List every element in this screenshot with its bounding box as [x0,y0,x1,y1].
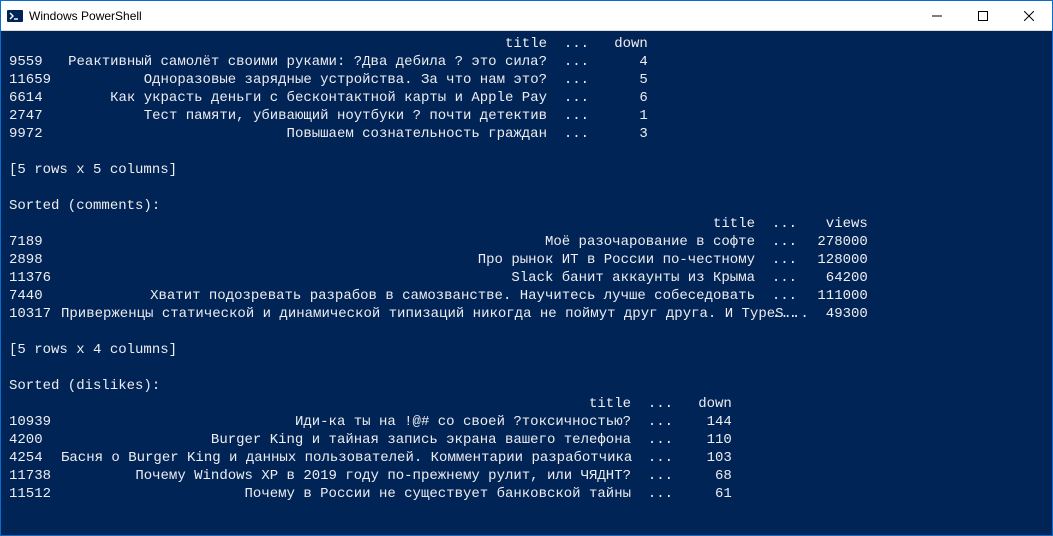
window-controls [914,1,1052,30]
table-row: 7440Хватит подозревать разрабов в самозв… [9,287,1044,305]
row-id: 11738 [9,467,61,485]
col-down: down [600,35,648,53]
row-down: 61 [684,485,732,503]
row-down: 4 [600,53,648,71]
row-id: 11512 [9,485,61,503]
row-id: 2898 [9,251,61,269]
row-views: 49300 [808,305,868,323]
col-title: title [61,395,631,413]
row-title: Моё разочарование в софте [61,233,755,251]
row-id: 11659 [9,71,61,89]
row-id: 6614 [9,89,61,107]
row-id: 2747 [9,107,61,125]
row-title: Как украсть деньги с бесконтактной карты… [61,89,547,107]
table3-header: title ...down [9,395,1044,413]
row-title: Тест памяти, убивающий ноутбуки ? почти … [61,107,547,125]
row-id: 10317 [9,305,61,323]
col-views: views [808,215,868,233]
table2-footer: [5 rows x 4 columns] [9,342,177,358]
row-title: Почему в России не существует банковской… [61,485,631,503]
table-row: 7189Моё разочарование в софте ...278000 [9,233,1044,251]
row-title: Burger King и тайная запись экрана вашег… [61,431,631,449]
row-id: 7189 [9,233,61,251]
window-title: Windows PowerShell [29,9,914,23]
table-row: 2898Про рынок ИТ в России по-честному ..… [9,251,1044,269]
table-row: 11376Slack банит аккаунты из Крыма ...64… [9,269,1044,287]
close-button[interactable] [1006,1,1052,30]
powershell-icon [7,8,23,24]
row-down: 144 [684,413,732,431]
row-id: 4254 [9,449,61,467]
table-row: 10317Приверженцы статической и динамичес… [9,305,1044,323]
terminal-output[interactable]: title ...down9559Реактивный самолёт свои… [1,31,1052,535]
col-title: title [61,215,755,233]
col-ellipsis: ... [772,215,808,233]
row-down: 6 [600,89,648,107]
row-id: 7440 [9,287,61,305]
row-views: 64200 [808,269,868,287]
row-title: Реактивный самолёт своими руками: ?Два д… [61,53,547,71]
section-label: Sorted (comments): [9,198,160,214]
row-views: 278000 [808,233,868,251]
minimize-button[interactable] [914,1,960,30]
table1-header: title ...down [9,35,1044,53]
col-down: down [684,395,732,413]
table-row: 4200Burger King и тайная запись экрана в… [9,431,1044,449]
row-title: Приверженцы статической и динамической т… [61,305,755,323]
title-bar: Windows PowerShell [1,1,1052,31]
row-id: 11376 [9,269,61,287]
maximize-button[interactable] [960,1,1006,30]
row-title: Басня о Burger King и данных пользовател… [61,449,631,467]
row-down: 110 [684,431,732,449]
table2-header: title ...views [9,215,1044,233]
table-row: 2747Тест памяти, убивающий ноутбуки ? по… [9,107,1044,125]
row-title: Про рынок ИТ в России по-честному [61,251,755,269]
row-title: Повышаем сознательность граждан [61,125,547,143]
table-row: 9972Повышаем сознательность граждан ...3 [9,125,1044,143]
table-row: 11738Почему Windows XP в 2019 году по-пр… [9,467,1044,485]
row-id: 4200 [9,431,61,449]
col-ellipsis: ... [648,395,684,413]
table-row: 6614Как украсть деньги с бесконтактной к… [9,89,1044,107]
table-row: 11659Одноразовые зарядные устройства. За… [9,71,1044,89]
table-row: 10939Иди-ка ты на !@# со своей ?токсично… [9,413,1044,431]
row-down: 68 [684,467,732,485]
section-label: Sorted (dislikes): [9,378,160,394]
table-row: 4254Басня о Burger King и данных пользов… [9,449,1044,467]
row-down: 5 [600,71,648,89]
row-down: 3 [600,125,648,143]
powershell-window: Windows PowerShell title ...down9559Реак… [0,0,1053,536]
row-title: Хватит подозревать разрабов в самозванст… [61,287,755,305]
row-id: 9559 [9,53,61,71]
row-title: Одноразовые зарядные устройства. За что … [61,71,547,89]
row-title: Иди-ка ты на !@# со своей ?токсичностью? [61,413,631,431]
table1-footer: [5 rows x 5 columns] [9,162,177,178]
row-down: 103 [684,449,732,467]
row-id: 9972 [9,125,61,143]
row-views: 111000 [808,287,868,305]
row-title: Почему Windows XP в 2019 году по-прежнем… [61,467,631,485]
table-row: 9559Реактивный самолёт своими руками: ?Д… [9,53,1044,71]
row-down: 1 [600,107,648,125]
table-row: 11512Почему в России не существует банко… [9,485,1044,503]
col-ellipsis: ... [564,35,600,53]
row-title: Slack банит аккаунты из Крыма [61,269,755,287]
row-views: 128000 [808,251,868,269]
col-title: title [61,35,547,53]
row-id: 10939 [9,413,61,431]
